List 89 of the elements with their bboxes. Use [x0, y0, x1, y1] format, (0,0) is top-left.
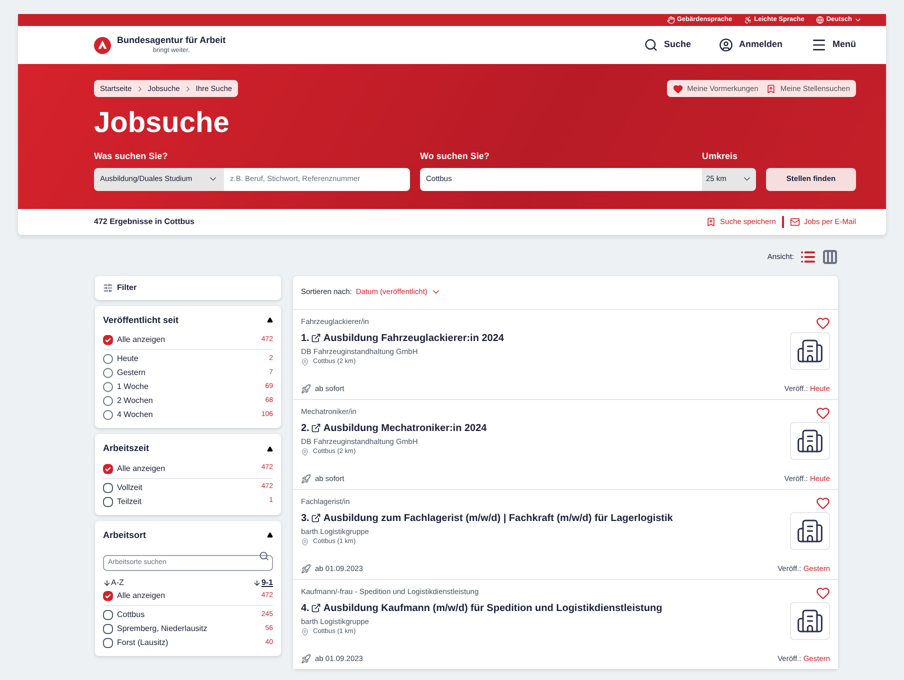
collapse-icon[interactable]: [267, 317, 273, 324]
location-pin-icon: [301, 538, 309, 546]
rocket-icon: [301, 564, 311, 574]
checkbox[interactable]: [103, 638, 113, 648]
search-icon: [259, 551, 269, 561]
heart-icon[interactable]: [816, 586, 830, 600]
building-icon: [796, 336, 824, 364]
header-button[interactable]: Menü: [810, 37, 856, 53]
header-button[interactable]: Suche: [644, 37, 691, 53]
job-number: 4.: [301, 602, 310, 616]
hand-icon: [666, 16, 675, 24]
sort-link[interactable]: A-Z: [103, 576, 124, 588]
location-pin-icon: [301, 448, 309, 456]
option-label: Heute: [117, 353, 140, 365]
location-pin-icon: [301, 628, 309, 636]
job-title[interactable]: Ausbildung Mechatroniker:in 2024: [323, 420, 487, 436]
heart-icon[interactable]: [816, 316, 830, 330]
menu-icon: [810, 37, 826, 53]
option-label: Alle anzeigen: [117, 334, 166, 346]
option-label: Vollzeit: [117, 482, 144, 494]
option-label: Alle anzeigen: [117, 590, 166, 602]
collapse-icon[interactable]: [267, 532, 273, 538]
collapse-icon[interactable]: [267, 446, 273, 452]
page-title: Jobsuche: [94, 109, 230, 138]
option-label: Spremberg, Niederlausitz: [117, 623, 208, 635]
user-icon: [718, 38, 733, 52]
checkbox[interactable]: [103, 610, 113, 620]
list-view-icon[interactable]: [800, 248, 816, 264]
location-pin-icon: [301, 358, 309, 366]
job-title[interactable]: Ausbildung Fahrzeuglackierer:in 2024: [323, 330, 504, 346]
logo-name: Bundesagentur für Arbeit: [117, 35, 226, 47]
search-icon: [644, 38, 658, 52]
mail-icon: [790, 216, 800, 226]
checkbox[interactable]: [103, 482, 113, 492]
heart-icon: [673, 84, 684, 94]
building-icon: [796, 516, 824, 544]
logo-icon: [94, 36, 111, 54]
bookmark-icon: [766, 84, 776, 94]
option-label: Teilzeit: [117, 496, 142, 508]
rocket-icon: [301, 384, 311, 394]
external-link-icon: [311, 333, 322, 344]
checkbox[interactable]: [103, 335, 113, 345]
option-label: 2 Wochen: [117, 395, 154, 407]
radio-button[interactable]: [103, 396, 113, 406]
external-link-icon: [311, 423, 322, 434]
radio-button[interactable]: [103, 382, 113, 392]
header-button[interactable]: Anmelden: [718, 37, 782, 53]
columns-view-icon[interactable]: [822, 248, 838, 264]
option-label: Forst (Lausitz): [117, 637, 170, 649]
job-number: 2.: [301, 422, 310, 436]
heart-icon[interactable]: [816, 496, 830, 510]
radio-button[interactable]: [103, 354, 113, 364]
field-label: Umkreis: [702, 150, 739, 163]
filter-group-title: Arbeitszeit: [103, 442, 150, 455]
option-label: Gestern: [117, 367, 146, 379]
bookmark-icon: [706, 216, 716, 226]
filter-group-title: Veröffentlicht seit: [103, 314, 179, 326]
arrow-down-icon: [253, 578, 262, 586]
external-link-icon: [311, 603, 322, 614]
option-label: 1 Woche: [117, 381, 150, 393]
building-icon: [796, 426, 824, 454]
filter-group-title: Arbeitsort: [103, 528, 146, 542]
checkbox[interactable]: [103, 591, 113, 601]
option-label: Cottbus: [117, 609, 146, 621]
radio-button[interactable]: [103, 368, 113, 378]
caret-icon: [854, 16, 862, 24]
external-link-icon: [311, 513, 322, 524]
filter-title: Filter: [117, 282, 137, 294]
filter-icon: [103, 282, 113, 292]
field-label: Wo suchen Sie?: [420, 150, 490, 163]
job-number: 3.: [301, 512, 310, 526]
heart-icon[interactable]: [816, 406, 830, 420]
globe-icon: [816, 16, 824, 24]
results-count: 472 Ergebnisse in Cottbus: [94, 216, 194, 228]
arrow-down-icon: [103, 578, 111, 586]
checkbox[interactable]: [103, 464, 113, 474]
radio-button[interactable]: [103, 410, 113, 420]
sort-link[interactable]: 9-1: [253, 576, 273, 588]
job-number: 1.: [301, 332, 310, 346]
checkbox[interactable]: [103, 496, 113, 506]
option-label: 4 Wochen: [117, 409, 154, 421]
rocket-icon: [301, 654, 311, 664]
option-label: Alle anzeigen: [117, 462, 166, 474]
checkbox[interactable]: [103, 624, 113, 634]
rocket-icon: [301, 474, 311, 484]
building-icon: [796, 606, 824, 634]
job-title[interactable]: Ausbildung Kaufmann (m/w/d) für Spedition und Logistikdienstleistung: [323, 600, 662, 616]
field-label: Was suchen Sie?: [94, 150, 169, 163]
job-title[interactable]: Ausbildung zum Fachlagerist (m/w/d) | Fachkraft (m/w/d) für Lagerlogistik: [323, 510, 673, 526]
